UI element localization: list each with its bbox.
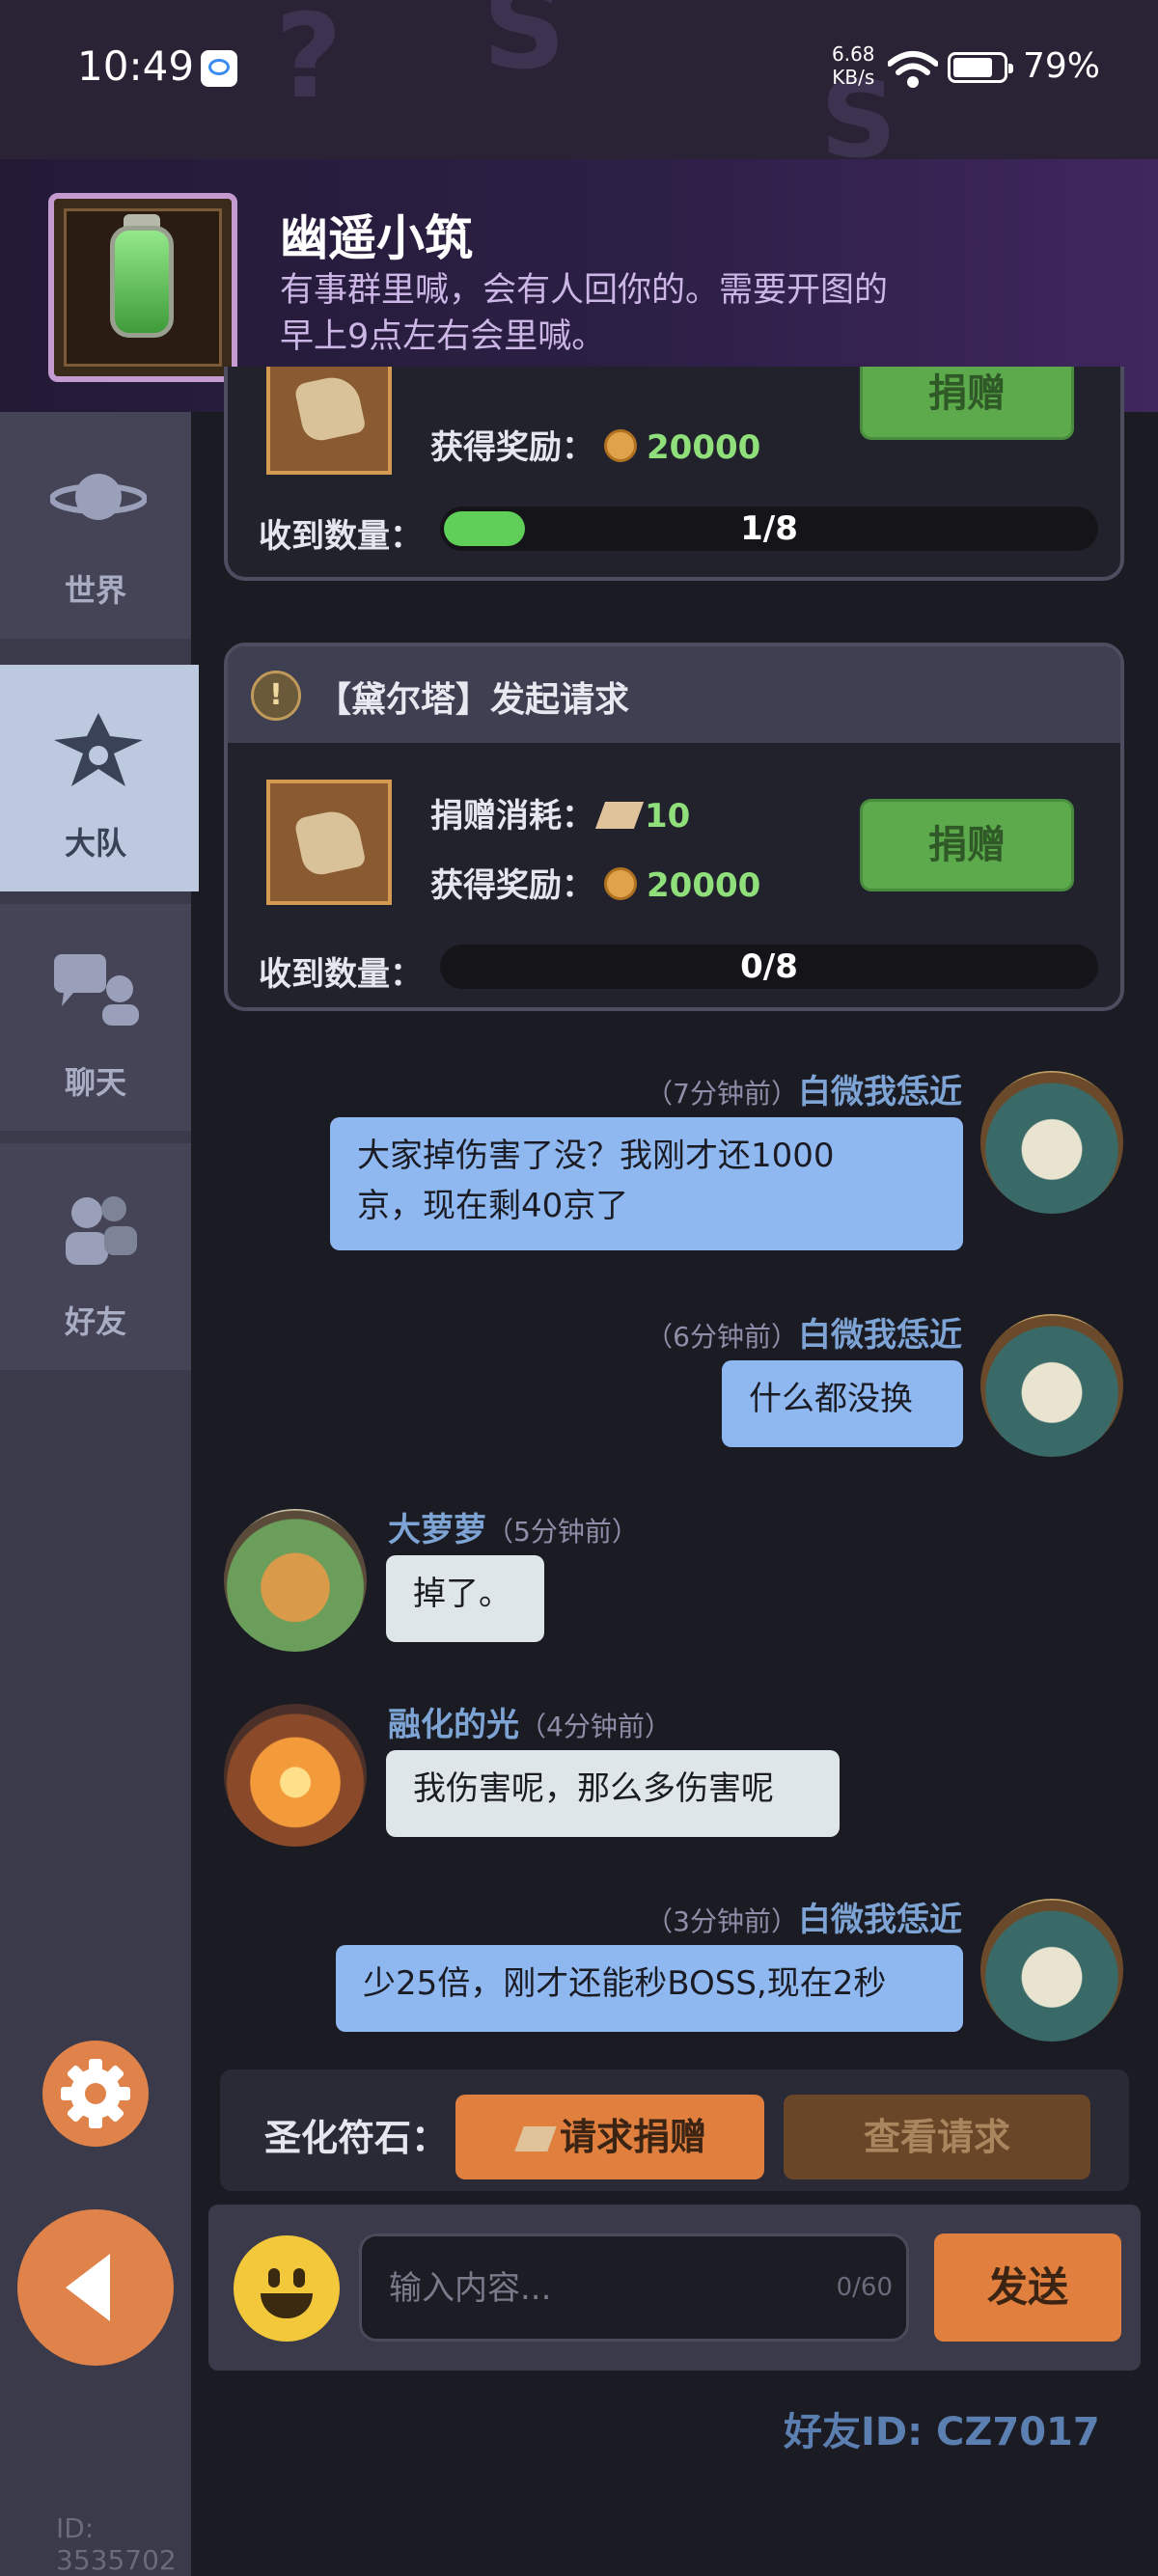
- message-time: （3分钟前）: [646, 1905, 798, 1937]
- sidebar: 世界 大队 聊天 好友 ID: 3535702: [0, 412, 199, 2576]
- message-meta: （7分钟前）白微我恁近: [646, 1065, 962, 1112]
- owl-avatar[interactable]: [980, 1071, 1123, 1214]
- rune-request-bar: 圣化符石： 请求捐赠 查看请求: [220, 2069, 1129, 2191]
- tab-world[interactable]: 世界: [0, 412, 191, 639]
- network-speed-unit: KB/s: [832, 66, 875, 89]
- message-sender[interactable]: 白微我恁近: [798, 1901, 962, 1939]
- message-meta: （6分钟前）白微我恁近: [646, 1308, 962, 1356]
- chat-bubble[interactable]: 大家掉伤害了没？我刚才还1000 京，现在剩40京了: [330, 1117, 963, 1250]
- tab-squad[interactable]: 大队: [0, 665, 199, 891]
- received-label: 收到数量：: [259, 517, 423, 556]
- guild-description: 有事群里喊，会有人回你的。需要开图的 早上9点左右会里喊。: [280, 267, 975, 360]
- reward-label: 获得奖励：: [430, 428, 594, 467]
- friends-icon: [66, 1196, 137, 1265]
- request-title: 【黛尔塔】发起请求: [317, 680, 630, 720]
- battery-percent: 79%: [1023, 46, 1101, 86]
- message-sender[interactable]: 大萝萝: [388, 1511, 486, 1549]
- chat-bubble[interactable]: 掉了。: [386, 1555, 544, 1642]
- message-time: （5分钟前）: [486, 1516, 639, 1548]
- reward-value: 20000: [647, 866, 761, 905]
- rune-stone-item[interactable]: [266, 367, 392, 475]
- chat-text-line: 京，现在剩40京了: [357, 1187, 629, 1225]
- planet-icon: [50, 474, 147, 520]
- owl-avatar[interactable]: [980, 1314, 1123, 1457]
- tab-chat[interactable]: 聊天: [0, 904, 191, 1131]
- request-card-header: ! 【黛尔塔】发起请求: [228, 646, 1120, 743]
- network-speed: 6.68 KB/s: [832, 42, 875, 89]
- send-button[interactable]: 发送: [934, 2233, 1121, 2342]
- alert-icon: !: [251, 671, 301, 721]
- request-donation-button[interactable]: 请求捐赠: [455, 2095, 764, 2179]
- donate-button[interactable]: 捐赠: [860, 799, 1074, 891]
- message-time: （6分钟前）: [646, 1321, 798, 1353]
- chat-bubble[interactable]: 我伤害呢，那么多伤害呢: [386, 1750, 840, 1837]
- donation-request-card: ! 【黛尔塔】发起请求 捐赠消耗： 10 获得奖励： 20000 捐赠 收到数量： …: [224, 643, 1124, 1011]
- back-button[interactable]: [17, 2209, 174, 2366]
- message-time: （7分钟前）: [646, 1078, 798, 1110]
- gear-icon: [61, 2059, 130, 2128]
- chat-bubble[interactable]: 什么都没换: [722, 1360, 963, 1447]
- chat-text-line: 大家掉伤害了没？我刚才还1000: [357, 1137, 835, 1175]
- view-requests-button[interactable]: 查看请求: [784, 2095, 1090, 2179]
- rune-stone-item[interactable]: [266, 780, 392, 905]
- message-sender[interactable]: 白微我恁近: [798, 1073, 962, 1111]
- char-counter: 0/60: [836, 2273, 893, 2302]
- message-meta: （3分钟前）白微我恁近: [646, 1893, 962, 1940]
- cost-value: 10: [645, 797, 691, 836]
- rune-stone-icon: [514, 2126, 557, 2151]
- tab-chat-label: 聊天: [64, 1064, 126, 1101]
- donation-request-card: 获得奖励： 20000 捐赠 收到数量： 1/8: [224, 367, 1124, 581]
- tab-friends-label: 好友: [64, 1303, 126, 1340]
- received-count: 1/8: [740, 509, 798, 548]
- message-sender[interactable]: 融化的光: [388, 1706, 519, 1744]
- player-id: ID: 3535702: [56, 2512, 177, 2576]
- message-notification-icon: [201, 50, 237, 87]
- message-meta: 大萝萝（5分钟前）: [388, 1503, 639, 1550]
- guild-description-line: 早上9点左右会里喊。: [280, 317, 606, 356]
- chat-bubble[interactable]: 少25倍，刚才还能秒BOSS,现在2秒: [336, 1945, 963, 2032]
- squad-icon: [54, 713, 143, 786]
- tab-friends[interactable]: 好友: [0, 1143, 191, 1370]
- reward-row: 获得奖励： 20000: [430, 421, 760, 468]
- status-bar: 10:49 6.68 KB/s 79%: [0, 0, 1158, 145]
- campfire-avatar[interactable]: [224, 1704, 367, 1847]
- rune-label: 圣化符石：: [264, 2117, 449, 2159]
- friend-id: 好友ID: CZ7017: [784, 2410, 1100, 2454]
- received-progress-bar: 1/8: [440, 507, 1098, 551]
- chat-input-panel: 0/60 发送: [208, 2205, 1141, 2370]
- owl-avatar[interactable]: [980, 1899, 1123, 2042]
- guild-name: 幽遥小筑: [280, 210, 473, 266]
- coin-icon: [604, 867, 637, 900]
- coin-icon: [604, 429, 637, 462]
- received-progress-bar: 0/8: [440, 945, 1098, 989]
- crystal-shard-icon: [594, 802, 645, 829]
- message-sender[interactable]: 白微我恁近: [798, 1316, 962, 1355]
- fox-avatar[interactable]: [224, 1509, 367, 1652]
- donate-button[interactable]: 捐赠: [860, 367, 1074, 440]
- reward-row: 获得奖励： 20000: [430, 859, 760, 906]
- message-time: （4分钟前）: [519, 1711, 672, 1742]
- guild-description-line: 有事群里喊，会有人回你的。需要开图的: [280, 271, 889, 310]
- tab-squad-label: 大队: [64, 825, 126, 862]
- reward-value: 20000: [647, 428, 761, 467]
- tab-world-label: 世界: [64, 572, 126, 609]
- cost-label: 捐赠消耗：: [430, 797, 594, 836]
- settings-button[interactable]: [42, 2041, 149, 2147]
- cost-row: 捐赠消耗： 10: [430, 789, 690, 836]
- wifi-icon: [888, 51, 938, 88]
- battery-icon: [948, 52, 1013, 83]
- chat-input-wrapper: 0/60: [359, 2233, 909, 2342]
- chat-input[interactable]: [387, 2236, 815, 2341]
- received-label: 收到数量：: [259, 955, 423, 994]
- emoji-button[interactable]: [234, 2235, 340, 2342]
- status-time: 10:49: [77, 42, 195, 90]
- chat-icon: [54, 954, 139, 1026]
- message-meta: 融化的光（4分钟前）: [388, 1698, 672, 1745]
- reward-label: 获得奖励：: [430, 866, 594, 905]
- network-speed-value: 6.68: [832, 42, 875, 66]
- lantern-icon[interactable]: [48, 193, 237, 382]
- received-count: 0/8: [740, 947, 798, 986]
- request-donation-label: 请求捐赠: [559, 2116, 706, 2158]
